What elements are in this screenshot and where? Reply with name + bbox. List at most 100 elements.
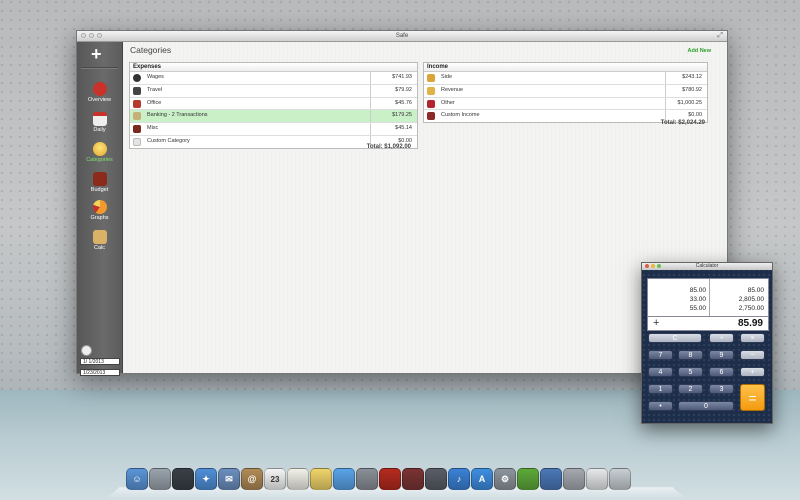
end-date-field[interactable]: 1/23/2013	[80, 369, 120, 376]
table-row[interactable]: Travel $79.92	[130, 84, 417, 98]
table-row[interactable]: Side $243.12	[424, 72, 707, 85]
two-button[interactable]: 2	[678, 384, 703, 394]
expenses-table: Expenses Wages $741.93 Travel $79.92 Off…	[129, 62, 418, 149]
spotify-icon[interactable]	[517, 468, 539, 490]
travel-icon	[133, 86, 141, 95]
dock-icon-glyph: ☺	[132, 474, 142, 484]
calculator-titlebar[interactable]: Calculator	[642, 263, 772, 270]
sidebar-item-daily[interactable]: Daily	[77, 112, 122, 133]
row-name: Custom Income	[441, 112, 480, 119]
dashboard-icon[interactable]	[172, 468, 194, 490]
itunes-icon[interactable]: ♪	[448, 468, 470, 490]
window-titlebar[interactable]: Safe ⤢	[77, 31, 727, 42]
zoom-calculator-button[interactable]	[657, 264, 661, 268]
table-row[interactable]: Wages $741.93	[130, 72, 417, 85]
nine-button[interactable]: 9	[709, 350, 734, 360]
system-preferences-icon[interactable]: ⚙	[494, 468, 516, 490]
minimize-calculator-button[interactable]	[651, 264, 655, 268]
dock-icon-glyph	[403, 469, 423, 489]
safari-icon[interactable]: ✦	[195, 468, 217, 490]
divide-button[interactable]: ÷	[709, 333, 734, 343]
table-row[interactable]: Other $1,000.25	[424, 97, 707, 111]
zero-button[interactable]: 0	[678, 401, 734, 411]
row-value: $79.92	[395, 86, 412, 93]
dock-icon-glyph: ♪	[456, 474, 462, 484]
income-header: Income	[424, 63, 707, 72]
dock-icon-glyph	[541, 469, 561, 489]
table-row[interactable]: Office $45.76	[130, 97, 417, 111]
six-button[interactable]: 6	[709, 367, 734, 377]
start-date-field[interactable]: 1/ 1/2013	[80, 358, 120, 365]
zoom-window-button[interactable]	[97, 33, 102, 38]
table-row-selected[interactable]: Banking - 2 Transactions $179.25	[130, 110, 417, 124]
dock-icon-glyph: @	[247, 474, 257, 484]
row-name: Custom Category	[147, 137, 190, 144]
finder-icon[interactable]: ☺	[126, 468, 148, 490]
table-row[interactable]: Misc $45.14	[130, 123, 417, 136]
window-title: Safe	[395, 33, 409, 39]
dock-icon-glyph: ⚙	[500, 473, 510, 484]
facetime-icon[interactable]	[356, 468, 378, 490]
other-icon	[427, 99, 435, 108]
four-button[interactable]: 4	[648, 367, 673, 377]
display-operator: +	[653, 317, 660, 329]
equals-button[interactable]: =	[740, 384, 765, 411]
sidebar-item-calc[interactable]: Calc	[77, 230, 122, 251]
calendar-icon[interactable]: 23	[264, 468, 286, 490]
notes-icon[interactable]	[287, 468, 309, 490]
calculator-icon	[92, 230, 107, 244]
minimize-window-button[interactable]	[89, 33, 94, 38]
fullscreen-icon[interactable]: ⤢	[717, 31, 723, 41]
multiply-button[interactable]: ×	[740, 333, 765, 343]
messages-icon[interactable]	[333, 468, 355, 490]
xcode-icon[interactable]	[540, 468, 562, 490]
plus-icon[interactable]: +	[91, 45, 102, 63]
row-value: $1,000.25	[677, 99, 702, 106]
add-new-button[interactable]: Add New	[687, 48, 711, 54]
sidebar-item-label: Overview	[88, 97, 111, 103]
decimal-button[interactable]: •	[648, 401, 673, 411]
eight-button[interactable]: 8	[678, 350, 703, 360]
close-calculator-button[interactable]	[645, 264, 649, 268]
preview-icon[interactable]	[586, 468, 608, 490]
table-row[interactable]: Revenue $780.92	[424, 84, 707, 98]
row-name: Revenue	[441, 86, 464, 93]
sidebar-item-label: Graphs	[90, 215, 109, 221]
close-window-button[interactable]	[81, 33, 86, 38]
refresh-icon[interactable]	[81, 345, 92, 356]
three-button[interactable]: 3	[709, 384, 734, 394]
sidebar-item-budget[interactable]: Budget	[77, 172, 122, 193]
dock-icon-glyph	[380, 469, 400, 489]
iphoto-icon[interactable]	[425, 468, 447, 490]
safe-app-icon[interactable]	[379, 468, 401, 490]
pie-chart-icon	[92, 200, 107, 214]
one-button[interactable]: 1	[648, 384, 673, 394]
tape-entry: 2,805.00	[738, 296, 764, 303]
seven-button[interactable]: 7	[648, 350, 673, 360]
overview-icon	[92, 82, 107, 96]
sidebar-item-overview[interactable]: Overview	[77, 82, 122, 103]
rocket-icon[interactable]	[149, 468, 171, 490]
mail-icon[interactable]: ✉	[218, 468, 240, 490]
banking-icon	[133, 112, 141, 121]
contacts-icon[interactable]: @	[241, 468, 263, 490]
row-name: Misc	[147, 125, 159, 132]
minus-button[interactable]: −	[740, 350, 765, 360]
sidebar-item-label: Daily	[93, 127, 106, 133]
column-divider	[370, 97, 371, 110]
clear-button[interactable]: C	[648, 333, 702, 343]
trash-icon[interactable]	[609, 468, 631, 490]
row-name: Office	[147, 99, 162, 106]
row-name: Side	[441, 74, 453, 80]
sidebar-item-categories[interactable]: Categories	[77, 142, 122, 163]
app-store-icon[interactable]: A	[471, 468, 493, 490]
sidebar-item-label: Calc	[93, 245, 105, 251]
tape-entry: 85.00	[747, 287, 764, 294]
five-button[interactable]: 5	[678, 367, 703, 377]
plus-button[interactable]: +	[740, 367, 765, 377]
speaker-icon[interactable]	[563, 468, 585, 490]
sidebar-item-graphs[interactable]: Graphs	[77, 200, 122, 221]
photo-booth-icon[interactable]	[402, 468, 424, 490]
calendar-icon	[92, 112, 107, 126]
stickies-icon[interactable]	[310, 468, 332, 490]
